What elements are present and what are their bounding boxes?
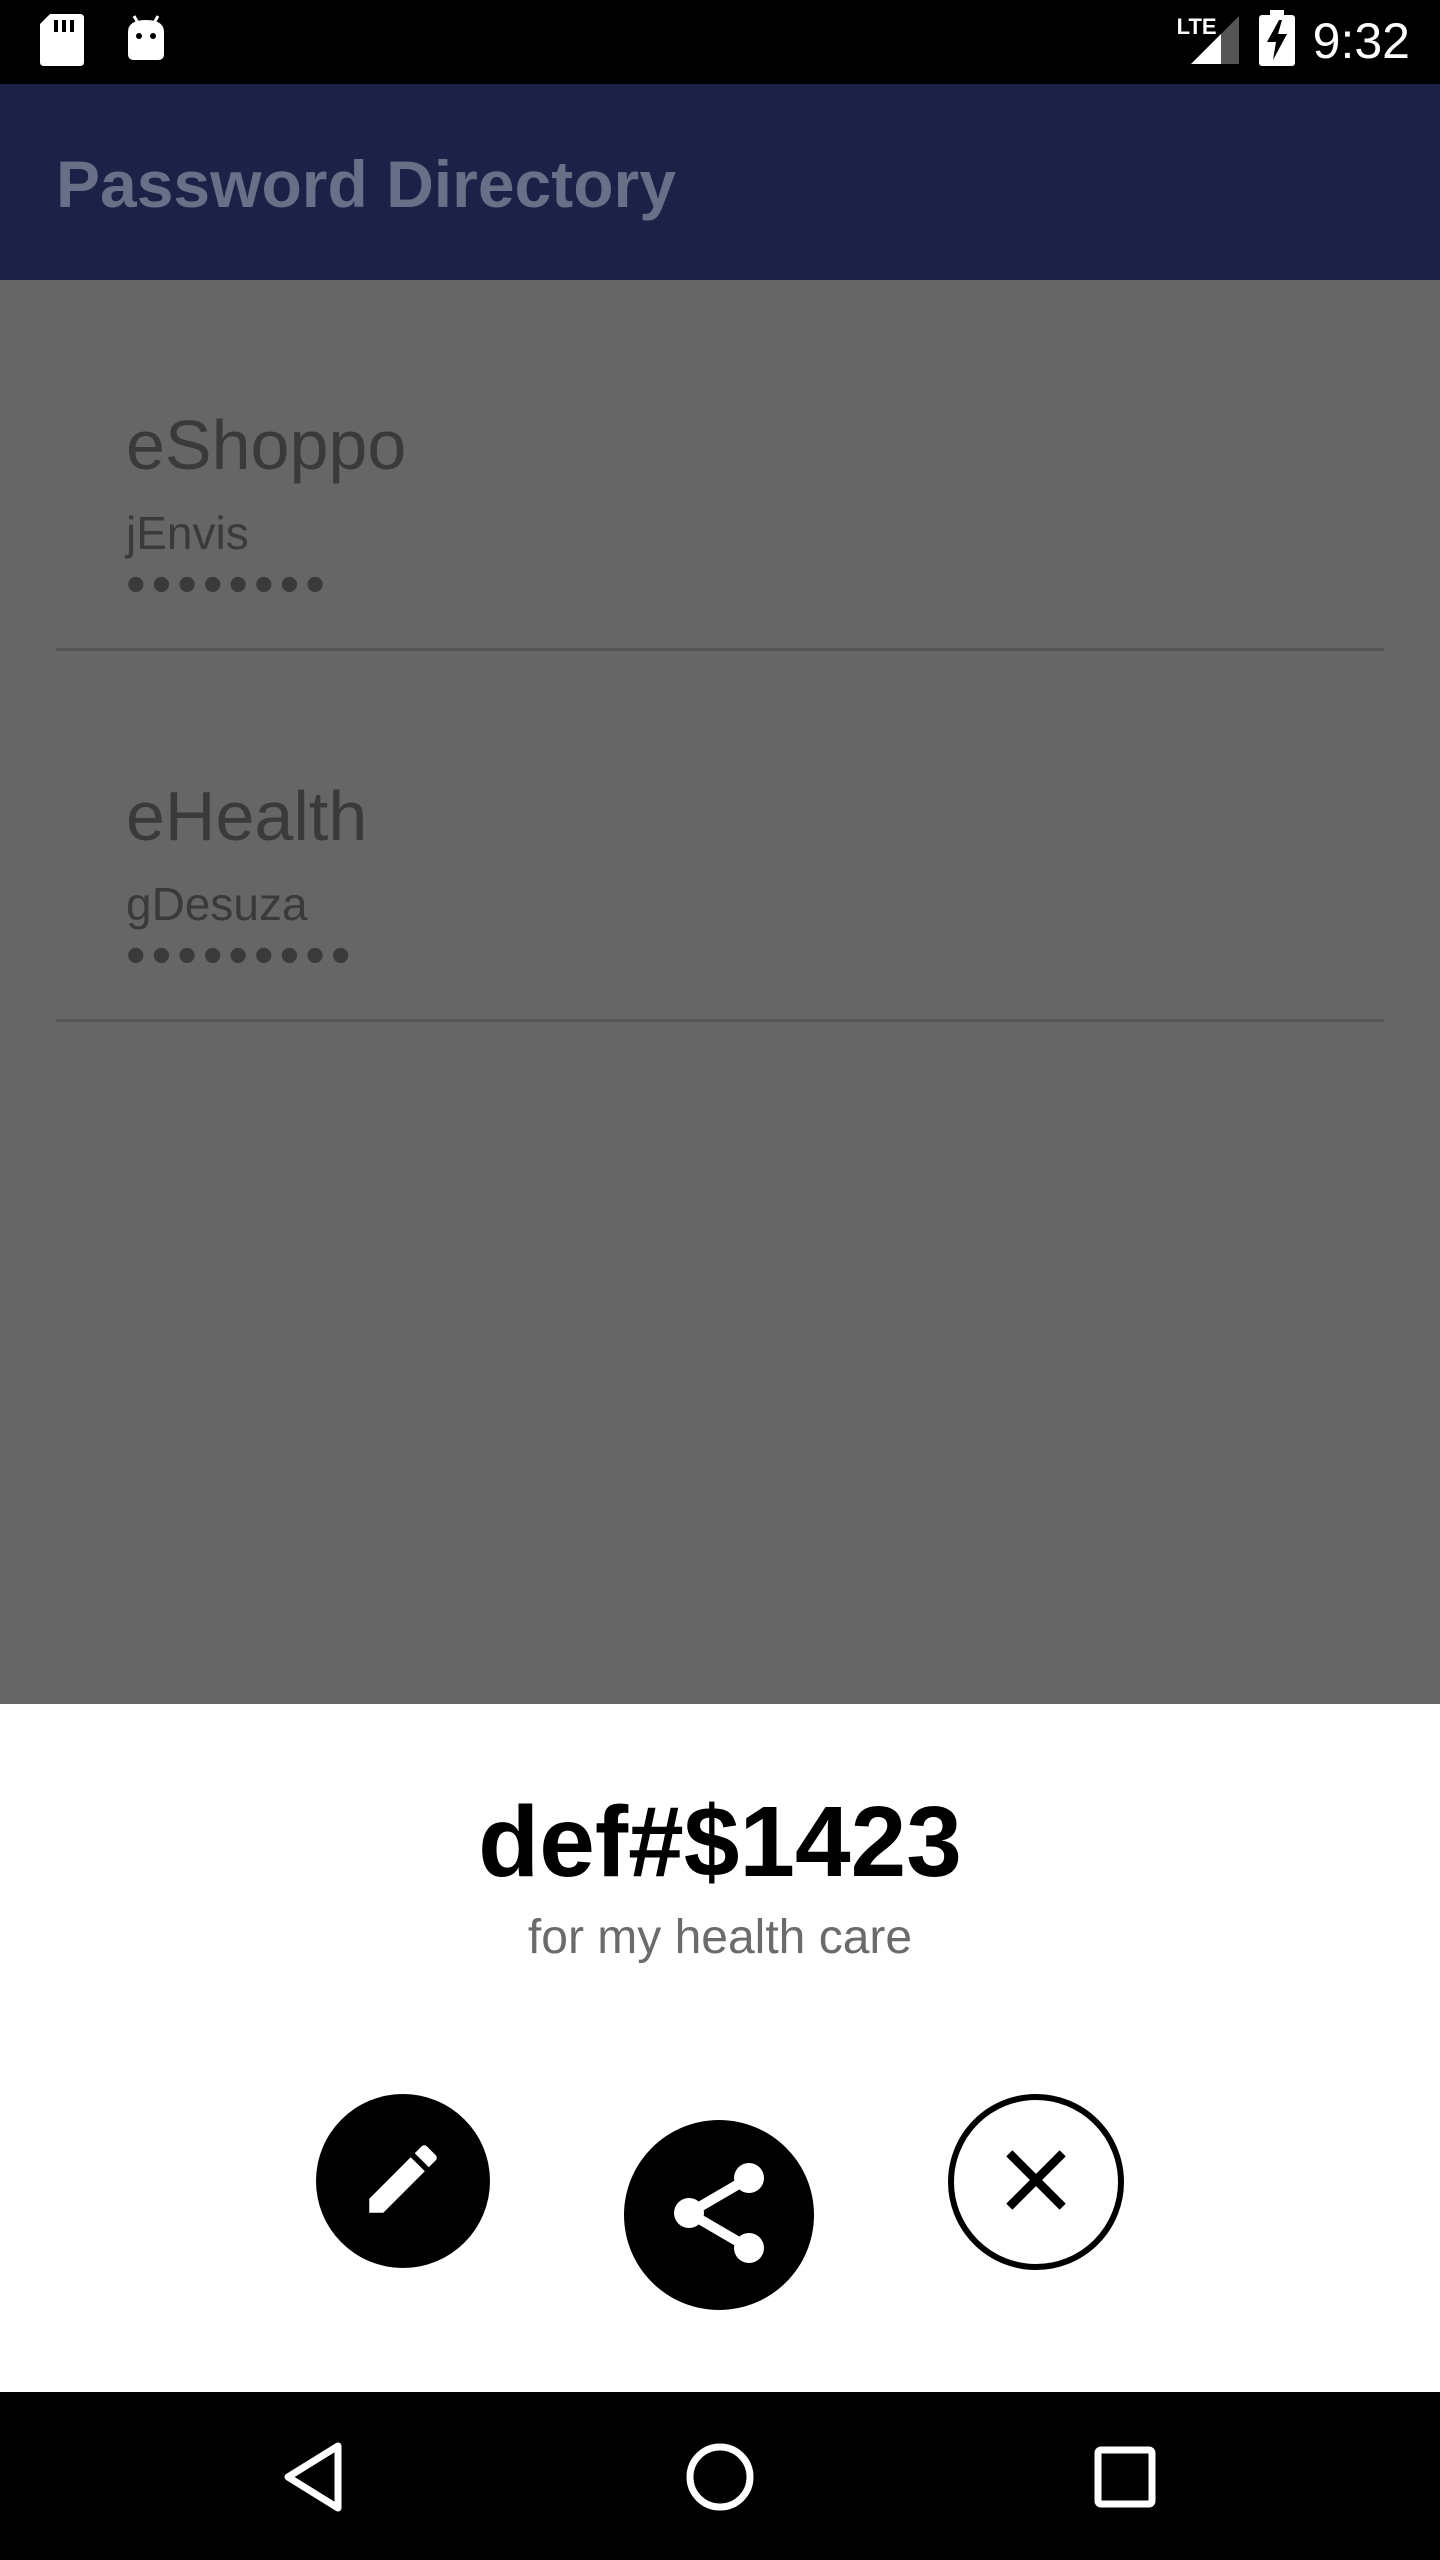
entry-username: jEnvis xyxy=(126,507,249,559)
close-button[interactable] xyxy=(948,2094,1124,2270)
list-item[interactable]: eShoppo jEnvis •••••••• xyxy=(56,280,1384,651)
share-button[interactable] xyxy=(624,2120,814,2310)
app-bar: Password Directory xyxy=(0,84,1440,280)
network-label: LTE xyxy=(1176,14,1217,39)
password-detail-sheet: def#$1423 for my health care xyxy=(0,1704,1440,2392)
signal-icon: LTE xyxy=(1177,10,1241,71)
screen: LTE 9:32 Password Directory eShoppo jEnv… xyxy=(0,0,1440,2560)
battery-charging-icon xyxy=(1258,10,1295,71)
recents-button[interactable] xyxy=(1080,2432,1170,2522)
share-icon xyxy=(659,2153,779,2278)
android-icon xyxy=(124,14,168,71)
password-note: for my health care xyxy=(527,1911,913,1964)
navigation-bar xyxy=(0,2392,1440,2560)
edit-icon xyxy=(358,2134,448,2229)
entry-password-mask: •••••••• xyxy=(126,552,331,615)
home-icon xyxy=(675,2443,765,2526)
recents-icon xyxy=(1080,2446,1170,2526)
entry-title: eShoppo xyxy=(126,406,407,484)
close-icon xyxy=(996,2140,1076,2225)
entry-username: gDesuza xyxy=(126,878,308,930)
status-bar: LTE 9:32 xyxy=(0,0,1440,84)
back-button[interactable] xyxy=(270,2432,360,2522)
edit-button[interactable] xyxy=(316,2094,490,2268)
home-button[interactable] xyxy=(675,2432,765,2522)
password-list: eShoppo jEnvis •••••••• eHealth gDesuza … xyxy=(0,280,1440,1704)
entry-password-mask: ••••••••• xyxy=(126,923,357,986)
revealed-password: def#$1423 xyxy=(478,1786,962,1898)
status-clock: 9:32 xyxy=(1312,12,1410,69)
list-item[interactable]: eHealth gDesuza ••••••••• xyxy=(56,651,1384,1022)
back-icon xyxy=(270,2442,360,2526)
sd-card-icon xyxy=(40,14,84,71)
page-title: Password Directory xyxy=(56,147,676,221)
entry-title: eHealth xyxy=(126,777,368,855)
